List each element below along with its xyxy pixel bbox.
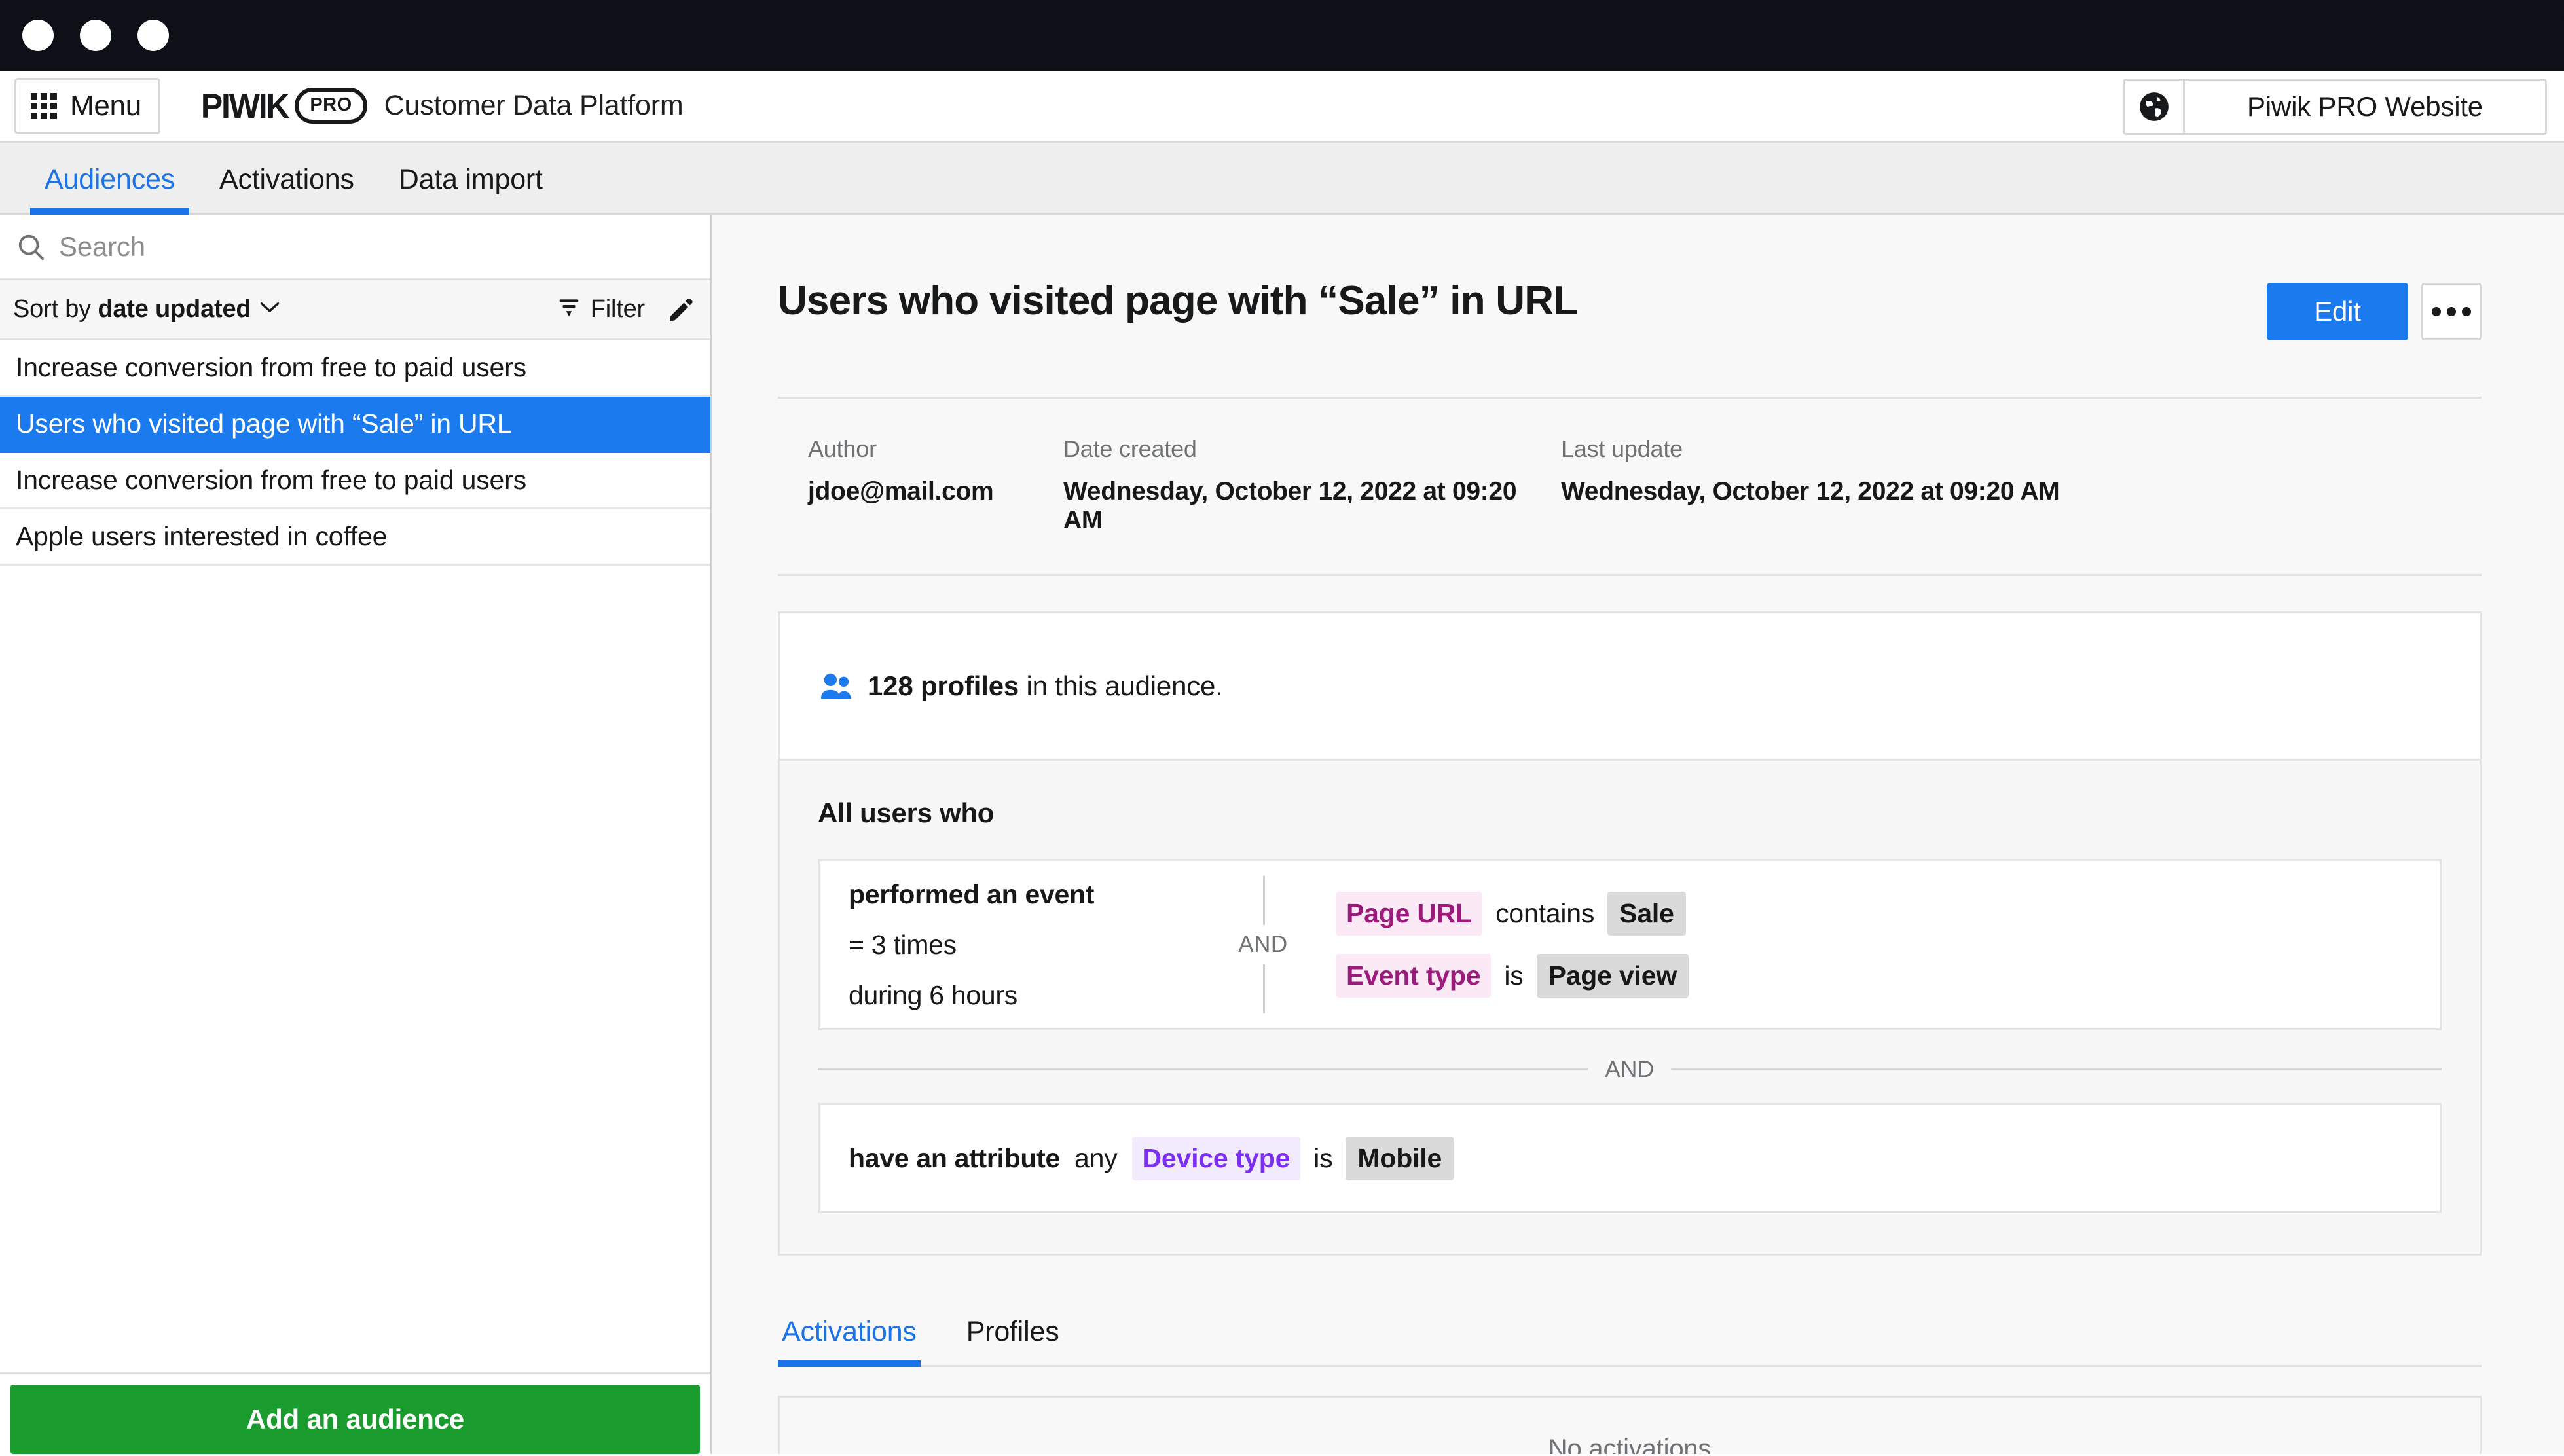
content-split: Sort by date updated — [0, 215, 2564, 1454]
condition-event-summary: performed an event = 3 times during 6 ho… — [849, 881, 1202, 1009]
profiles-summary-card: 128 profiles in this audience. — [778, 611, 2482, 761]
rule-operator: is — [1313, 1143, 1332, 1174]
logo-pro-pill: PRO — [295, 88, 367, 123]
metadata-label: Author — [808, 435, 1063, 463]
dot — [2447, 307, 2456, 316]
metadata-value: Wednesday, October 12, 2022 at 09:20 AM — [1063, 477, 1561, 535]
filter-button[interactable]: Filter — [557, 295, 645, 323]
condition-connector: AND — [1214, 876, 1312, 1013]
rule-value-chip[interactable]: Page view — [1537, 954, 1689, 998]
primary-nav: Audiences Activations Data import — [0, 143, 2564, 215]
rule-row: Page URL contains Sale — [1336, 892, 1689, 936]
connector-label: AND — [1226, 925, 1299, 964]
profiles-suffix: in this audience. — [1019, 670, 1223, 701]
dot — [2462, 307, 2471, 316]
maximize-dot[interactable] — [137, 20, 169, 51]
condition-rules: Page URL contains Sale Event type is Pag… — [1336, 892, 1689, 998]
sort-dropdown[interactable]: Sort by date updated — [13, 295, 280, 323]
edit-button[interactable]: Edit — [2267, 283, 2408, 340]
edit-pencil-icon[interactable] — [667, 296, 695, 323]
dot — [2432, 307, 2441, 316]
menu-button-label: Menu — [70, 90, 141, 122]
nav-tab-activations[interactable]: Activations — [205, 164, 369, 213]
rule-value-chip[interactable]: Sale — [1607, 892, 1686, 936]
site-selector-label: Piwik PRO Website — [2185, 81, 2545, 133]
condition-attribute-action: have an attribute — [849, 1143, 1060, 1174]
condition-card-event[interactable]: performed an event = 3 times during 6 ho… — [818, 859, 2442, 1030]
conditions-heading: All users who — [818, 797, 2442, 829]
condition-card-attribute[interactable]: have an attribute any Device type is Mob… — [818, 1103, 2442, 1213]
header-actions: Edit — [2267, 283, 2482, 340]
site-selector[interactable]: Piwik PRO Website — [2123, 79, 2547, 135]
conditions-panel: All users who performed an event = 3 tim… — [778, 761, 2482, 1256]
browser-window: Menu PIWIK PRO Customer Data Platform Pi… — [0, 0, 2564, 1456]
list-item[interactable]: Increase conversion from free to paid us… — [0, 453, 710, 509]
detail-tabs: Activations Profiles — [778, 1316, 2482, 1367]
tab-activations[interactable]: Activations — [778, 1316, 921, 1365]
sort-dropdown-label: Sort by date updated — [13, 295, 251, 323]
tab-profiles[interactable]: Profiles — [962, 1316, 1063, 1365]
grid-icon — [31, 93, 57, 119]
list-item[interactable]: Apple users interested in coffee — [0, 509, 710, 566]
sort-filter-row: Sort by date updated — [0, 280, 710, 340]
metadata-row: Author jdoe@mail.com Date created Wednes… — [778, 399, 2482, 574]
profiles-count: 128 profiles — [868, 670, 1019, 701]
metadata-value: Wednesday, October 12, 2022 at 09:20 AM — [1561, 477, 2059, 506]
detail-header: Users who visited page with “Sale” in UR… — [778, 215, 2482, 340]
divider — [778, 574, 2482, 576]
close-dot[interactable] — [22, 20, 54, 51]
metadata-label: Last update — [1561, 435, 2059, 463]
add-audience-button[interactable]: Add an audience — [10, 1385, 700, 1454]
window-titlebar — [0, 0, 2564, 71]
group-connector-label: AND — [1588, 1057, 1671, 1083]
nav-tab-data-import[interactable]: Data import — [384, 164, 557, 213]
product-name: Customer Data Platform — [384, 90, 684, 122]
condition-event-count: = 3 times — [849, 932, 1202, 958]
more-options-button[interactable] — [2421, 283, 2482, 340]
metadata-label: Date created — [1063, 435, 1561, 463]
rule-value-chip[interactable]: Mobile — [1346, 1137, 1454, 1180]
rule-attribute-chip[interactable]: Page URL — [1336, 892, 1482, 936]
nav-tab-audiences[interactable]: Audiences — [30, 164, 189, 213]
rule-attribute-chip[interactable]: Device type — [1132, 1137, 1301, 1180]
rule-operator: is — [1504, 960, 1523, 991]
audience-list: Increase conversion from free to paid us… — [0, 340, 710, 1372]
search-input[interactable] — [59, 231, 622, 263]
logo-wordmark: PIWIK — [201, 86, 288, 126]
filter-button-label: Filter — [591, 295, 645, 323]
minimize-dot[interactable] — [80, 20, 111, 51]
list-item-selected[interactable]: Users who visited page with “Sale” in UR… — [0, 397, 710, 453]
empty-state-panel: No activations — [778, 1396, 2482, 1454]
chevron-down-icon — [260, 301, 280, 318]
audiences-sidebar: Sort by date updated — [0, 215, 712, 1454]
people-icon — [820, 672, 853, 701]
rule-attribute-chip[interactable]: Event type — [1336, 954, 1491, 998]
list-item[interactable]: Increase conversion from free to paid us… — [0, 340, 710, 397]
app-root: Menu PIWIK PRO Customer Data Platform Pi… — [0, 71, 2564, 1456]
add-audience-footer: Add an audience — [0, 1372, 710, 1454]
metadata-date-created: Date created Wednesday, October 12, 2022… — [1063, 435, 1561, 535]
rule-row: Event type is Page view — [1336, 954, 1689, 998]
condition-event-action: performed an event — [849, 881, 1202, 908]
menu-button[interactable]: Menu — [14, 78, 160, 134]
rule-operator: contains — [1495, 898, 1594, 929]
search-icon — [16, 232, 46, 262]
metadata-author: Author jdoe@mail.com — [808, 435, 1063, 535]
condition-attribute-scope: any — [1074, 1143, 1118, 1174]
group-connector: AND — [818, 1068, 2442, 1070]
globe-icon — [2125, 81, 2185, 133]
audience-detail: Users who visited page with “Sale” in UR… — [712, 215, 2564, 1454]
condition-event-window: during 6 hours — [849, 982, 1202, 1009]
filter-icon — [557, 295, 581, 323]
metadata-value: jdoe@mail.com — [808, 477, 1063, 506]
metadata-last-update: Last update Wednesday, October 12, 2022 … — [1561, 435, 2059, 535]
search-row — [0, 215, 710, 280]
profiles-count-text: 128 profiles in this audience. — [868, 670, 1223, 702]
top-bar: Menu PIWIK PRO Customer Data Platform Pi… — [0, 71, 2564, 143]
brand-logo: PIWIK PRO — [201, 87, 367, 125]
page-title: Users who visited page with “Sale” in UR… — [778, 279, 1577, 323]
